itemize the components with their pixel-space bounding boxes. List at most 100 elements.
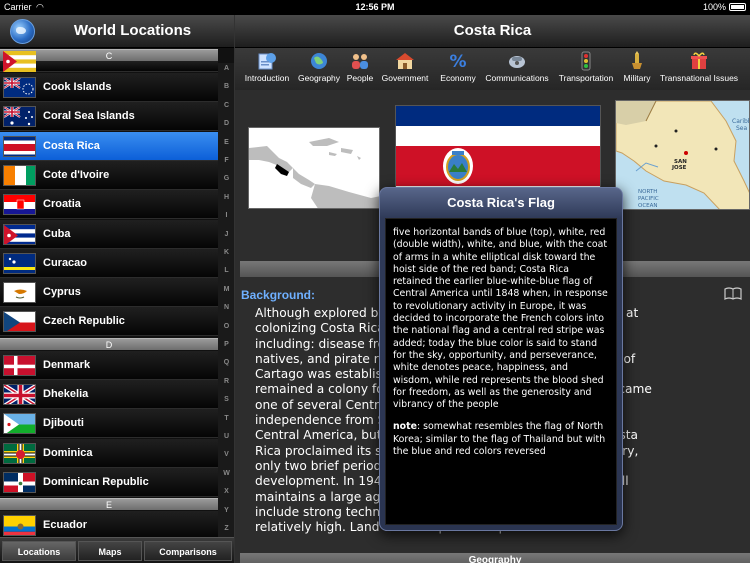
sidebar-item-label: Coral Sea Islands	[43, 110, 135, 122]
czech-republic-flag-icon	[3, 311, 36, 332]
uk-flag-icon	[3, 384, 36, 405]
geography-section-header[interactable]: Geography	[240, 553, 750, 563]
index-letter-z[interactable]: Z	[218, 525, 234, 532]
status-bar: Carrier ◠ 12:56 PM 100%	[0, 0, 750, 15]
sidebar-item-djibouti[interactable]: Djibouti	[0, 409, 218, 438]
svg-text:JOSE: JOSE	[671, 165, 687, 171]
index-letter-v[interactable]: V	[218, 451, 234, 458]
country-map[interactable]: Caribbean Sea NORTH PACIFIC OCEAN SAN JO…	[615, 100, 750, 210]
category-toolbar: Introduction Geography People Government…	[235, 48, 750, 90]
sidebar-item-cote-divoire[interactable]: Cote d'Ivoire	[0, 161, 218, 190]
book-icon[interactable]	[724, 287, 742, 300]
tab-maps[interactable]: Maps	[78, 541, 142, 561]
index-letter-f[interactable]: F	[218, 157, 234, 164]
sidebar-item-label: Cyprus	[43, 286, 81, 298]
communications-icon	[509, 56, 525, 68]
toolbar-geography[interactable]: Geography	[296, 51, 342, 83]
svg-text:NORTH: NORTH	[638, 189, 657, 195]
croatia-flag-icon	[3, 194, 36, 215]
sidebar-item-label: Czech Republic	[43, 315, 125, 327]
sidebar-item-uk[interactable]: Dhekelia	[0, 380, 218, 409]
sidebar-item-australia[interactable]: Coral Sea Islands	[0, 102, 218, 131]
military-icon	[632, 51, 642, 69]
index-letter-n[interactable]: N	[218, 304, 234, 311]
index-letter-w[interactable]: W	[218, 470, 234, 477]
toolbar-introduction[interactable]: Introduction	[242, 51, 292, 83]
popover-body: five horizontal bands of blue (top), whi…	[385, 218, 617, 525]
detail-header: Costa Rica	[235, 15, 750, 48]
sidebar-item-cook-islands[interactable]: Cook Islands	[0, 73, 218, 102]
svg-text:Sea: Sea	[736, 125, 748, 132]
toolbar-economy[interactable]: % Economy	[438, 51, 478, 83]
index-letter-e[interactable]: E	[218, 139, 234, 146]
djibouti-flag-icon	[3, 413, 36, 434]
index-letter-h[interactable]: H	[218, 194, 234, 201]
flag-popover: Costa Rica's Flag five horizontal bands …	[379, 187, 623, 531]
svg-text:PACIFIC: PACIFIC	[638, 196, 659, 202]
flag-description: five horizontal bands of blue (top), whi…	[393, 227, 608, 411]
svg-text:OCEAN: OCEAN	[638, 203, 658, 209]
index-letter-c[interactable]: C	[218, 102, 234, 109]
tab-locations[interactable]: Locations	[2, 541, 76, 561]
svg-text:Caribbean: Caribbean	[732, 118, 750, 125]
index-letter-o[interactable]: O	[218, 323, 234, 330]
index-letter-b[interactable]: B	[218, 83, 234, 90]
index-letter-i[interactable]: I	[218, 212, 234, 219]
cyprus-flag-icon	[3, 282, 36, 303]
denmark-flag-icon	[3, 355, 36, 376]
clock: 12:56 PM	[355, 2, 395, 12]
sidebar-item-label: Costa Rica	[43, 140, 100, 152]
sidebar-item-cyprus[interactable]: Cyprus	[0, 278, 218, 307]
index-letter-x[interactable]: X	[218, 488, 234, 495]
ecuador-flag-icon	[3, 515, 36, 536]
list-item[interactable]	[0, 51, 218, 72]
sidebar-item-label: Dominican Republic	[43, 476, 149, 488]
sidebar-item-czech-republic[interactable]: Czech Republic	[0, 307, 218, 336]
sidebar-item-label: Cook Islands	[43, 81, 112, 93]
toolbar-transportation[interactable]: Transportation	[557, 51, 615, 83]
index-letter-y[interactable]: Y	[218, 507, 234, 514]
index-letter-r[interactable]: R	[218, 378, 234, 385]
svg-text:%: %	[449, 52, 466, 71]
sidebar-title: World Locations	[73, 22, 192, 39]
sidebar: World Locations C Cook Islands Coral Sea I…	[0, 15, 235, 563]
sidebar-item-label: Dominica	[43, 447, 93, 459]
tab-bar: Locations Maps Comparisons	[0, 537, 234, 563]
sidebar-header: World Locations	[0, 15, 234, 48]
alphabet-index[interactable]: A B C D E F G H I J K L M N O P Q R S T U V W X Y Z	[218, 63, 234, 547]
sidebar-item-ecuador[interactable]: Ecuador	[0, 511, 218, 540]
index-letter-j[interactable]: J	[218, 231, 234, 238]
toolbar-people[interactable]: People	[345, 51, 375, 83]
index-letter-a[interactable]: A	[218, 65, 234, 72]
sidebar-item-curacao[interactable]: Curacao	[0, 249, 218, 278]
index-letter-d[interactable]: D	[218, 120, 234, 127]
sidebar-item-label: Curacao	[43, 257, 88, 269]
index-letter-g[interactable]: G	[218, 175, 234, 182]
index-letter-m[interactable]: M	[218, 286, 234, 293]
australia-flag-icon	[3, 106, 36, 127]
sidebar-item-costa-rica[interactable]: Costa Rica	[0, 132, 218, 161]
popover-title: Costa Rica's Flag	[447, 195, 555, 210]
index-letter-q[interactable]: Q	[218, 359, 234, 366]
dominica-flag-icon	[3, 443, 36, 464]
index-letter-s[interactable]: S	[218, 396, 234, 403]
sidebar-item-dominica[interactable]: Dominica	[0, 439, 218, 468]
location-map[interactable]	[248, 127, 380, 209]
index-letter-k[interactable]: K	[218, 249, 234, 256]
flag-note: note: somewhat resembles the flag of Nor…	[393, 421, 606, 458]
sidebar-item-dominican-republic[interactable]: Dominican Republic	[0, 468, 218, 497]
battery-percent: 100%	[702, 2, 726, 12]
sidebar-item-cuba[interactable]: Cuba	[0, 220, 218, 249]
index-letter-l[interactable]: L	[218, 267, 234, 274]
toolbar-government[interactable]: Government	[380, 51, 430, 83]
index-letter-u[interactable]: U	[218, 433, 234, 440]
sidebar-item-croatia[interactable]: Croatia	[0, 190, 218, 219]
index-letter-t[interactable]: T	[218, 415, 234, 422]
sidebar-item-label: Ecuador	[43, 519, 88, 531]
toolbar-communications[interactable]: Communications	[484, 51, 550, 83]
toolbar-transnational-issues[interactable]: Transnational Issues	[657, 51, 741, 83]
sidebar-item-denmark[interactable]: Denmark	[0, 351, 218, 380]
tab-comparisons[interactable]: Comparisons	[144, 541, 232, 561]
index-letter-p[interactable]: P	[218, 341, 234, 348]
toolbar-military[interactable]: Military	[621, 51, 653, 83]
